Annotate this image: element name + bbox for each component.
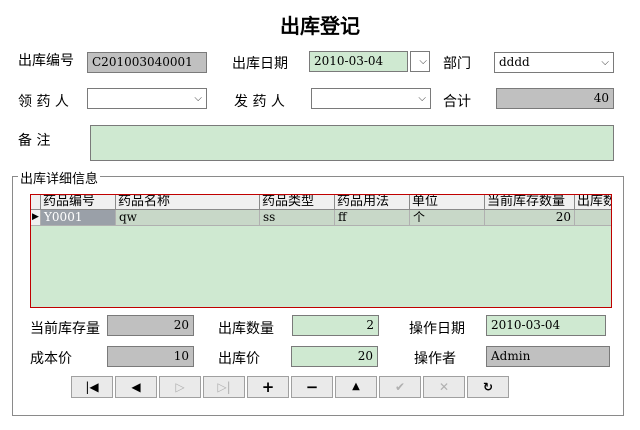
total-label: 合计: [443, 94, 471, 110]
date-field[interactable]: 2010-03-04: [309, 51, 408, 72]
page-title: 出库登记: [280, 14, 360, 38]
cost-field[interactable]: 10: [107, 346, 194, 367]
nav-cancel-button[interactable]: ✕: [423, 376, 465, 398]
operator-label: 操作者: [414, 351, 456, 367]
table-cell[interactable]: [575, 210, 611, 226]
dept-select[interactable]: dddd ⌵: [494, 52, 614, 73]
qty-field[interactable]: 2: [292, 315, 379, 336]
out-no-label: 出库编号: [18, 53, 74, 69]
last-record-icon: ▷|: [217, 380, 231, 394]
table-cell[interactable]: Y0001: [41, 210, 116, 226]
check-icon: ✔: [394, 380, 406, 394]
edit-icon: ▲: [352, 381, 360, 392]
detail-grid[interactable]: 药品编号 药品名称 药品类型 药品用法 单位 当前库存数量 出库数 ▶ Y000…: [30, 194, 612, 308]
grid-header-3[interactable]: 药品用法: [335, 195, 410, 210]
nav-edit-button[interactable]: ▲: [335, 376, 377, 398]
detail-group-label: 出库详细信息: [18, 168, 101, 187]
nav-insert-button[interactable]: +: [247, 376, 289, 398]
date-label: 出库日期: [232, 56, 288, 72]
table-cell[interactable]: ff: [335, 210, 410, 226]
table-cell[interactable]: 个: [410, 210, 485, 226]
refresh-icon: ↻: [482, 380, 494, 394]
nav-prior-button[interactable]: ◀: [115, 376, 157, 398]
nav-last-button[interactable]: ▷|: [203, 376, 245, 398]
total-field[interactable]: 40: [496, 88, 614, 109]
price-label: 出库价: [218, 351, 260, 367]
chevron-down-icon: ⌵: [601, 57, 609, 68]
grid-header-5[interactable]: 当前库存数量: [485, 195, 575, 210]
dept-label: 部门: [443, 56, 471, 72]
price-field[interactable]: 20: [291, 346, 378, 367]
grid-header-0[interactable]: 药品编号: [41, 195, 116, 210]
date-picker-button[interactable]: ⌵: [410, 51, 430, 72]
grid-header-6[interactable]: 出库数: [575, 195, 611, 210]
stock-field[interactable]: 20: [107, 315, 194, 336]
stock-label: 当前库存量: [30, 321, 100, 337]
op-date-label: 操作日期: [409, 321, 465, 337]
next-record-icon: ▷: [175, 380, 185, 394]
receiver-select[interactable]: ⌵: [87, 88, 207, 109]
operator-field[interactable]: Admin: [486, 346, 610, 367]
first-record-icon: |◀: [85, 380, 99, 394]
chevron-down-icon: ⌵: [418, 93, 426, 104]
out-no-field[interactable]: C201003040001: [87, 52, 207, 73]
receiver-label: 领 药 人: [18, 94, 69, 110]
qty-label: 出库数量: [218, 321, 274, 337]
cost-label: 成本价: [30, 351, 72, 367]
grid-indicator-header: [31, 195, 41, 210]
remark-label: 备 注: [18, 133, 51, 149]
chevron-down-icon: ⌵: [419, 56, 427, 67]
table-cell[interactable]: ss: [260, 210, 335, 226]
table-cell[interactable]: 20: [485, 210, 575, 226]
op-date-field[interactable]: 2010-03-04: [486, 315, 606, 336]
row-indicator-icon: ▶: [31, 210, 41, 226]
nav-delete-button[interactable]: −: [291, 376, 333, 398]
remark-field[interactable]: [90, 125, 614, 161]
cancel-icon: ✕: [438, 380, 450, 394]
sender-select[interactable]: ⌵: [311, 88, 431, 109]
nav-post-button[interactable]: ✔: [379, 376, 421, 398]
nav-first-button[interactable]: |◀: [71, 376, 113, 398]
grid-header-2[interactable]: 药品类型: [260, 195, 335, 210]
table-cell[interactable]: qw: [116, 210, 260, 226]
nav-next-button[interactable]: ▷: [159, 376, 201, 398]
sender-label: 发 药 人: [234, 94, 285, 110]
grid-header-4[interactable]: 单位: [410, 195, 485, 210]
prior-record-icon: ◀: [131, 380, 141, 394]
nav-refresh-button[interactable]: ↻: [467, 376, 509, 398]
chevron-down-icon: ⌵: [194, 93, 202, 104]
minus-icon: −: [305, 378, 319, 396]
dept-value: dddd: [499, 55, 530, 69]
plus-icon: +: [261, 378, 275, 396]
grid-header-1[interactable]: 药品名称: [116, 195, 260, 210]
